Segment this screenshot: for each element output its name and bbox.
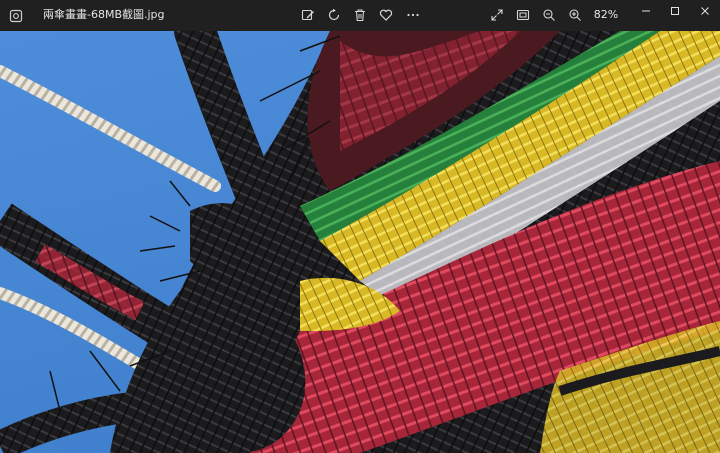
- fit-to-window-button[interactable]: [513, 6, 533, 26]
- fit-to-window-icon: [516, 7, 530, 26]
- rotate-button[interactable]: [324, 6, 344, 26]
- minimize-button[interactable]: [631, 0, 661, 20]
- expand-icon: [490, 7, 504, 26]
- heart-icon: [379, 7, 393, 26]
- delete-button[interactable]: [350, 6, 370, 26]
- maximize-button[interactable]: [660, 0, 690, 20]
- more-icon: [406, 7, 420, 26]
- maximize-icon: [670, 1, 680, 20]
- photo-woven-yarn-sculpture: [0, 31, 720, 453]
- close-icon: [700, 1, 710, 20]
- rotate-icon: [327, 7, 341, 26]
- more-button[interactable]: [403, 6, 423, 26]
- trash-icon: [353, 7, 367, 26]
- image-viewport[interactable]: [0, 31, 720, 453]
- edit-image-icon: [301, 7, 315, 26]
- zoom-out-button[interactable]: [539, 6, 559, 26]
- close-button[interactable]: [690, 0, 720, 20]
- zoom-out-icon: [542, 7, 556, 26]
- favorite-button[interactable]: [376, 6, 396, 26]
- edit-image-button[interactable]: [298, 6, 318, 26]
- minimize-icon: [641, 1, 651, 20]
- zoom-level[interactable]: 82%: [591, 8, 621, 22]
- fullscreen-button[interactable]: [487, 6, 507, 26]
- window-title: 兩傘畫畫-68MB截圖.jpg: [43, 8, 165, 21]
- zoom-in-icon: [568, 7, 582, 26]
- title-bar: 兩傘畫畫-68MB截圖.jpg 82%: [0, 0, 720, 31]
- photos-app-icon: [9, 8, 23, 23]
- zoom-in-button[interactable]: [565, 6, 585, 26]
